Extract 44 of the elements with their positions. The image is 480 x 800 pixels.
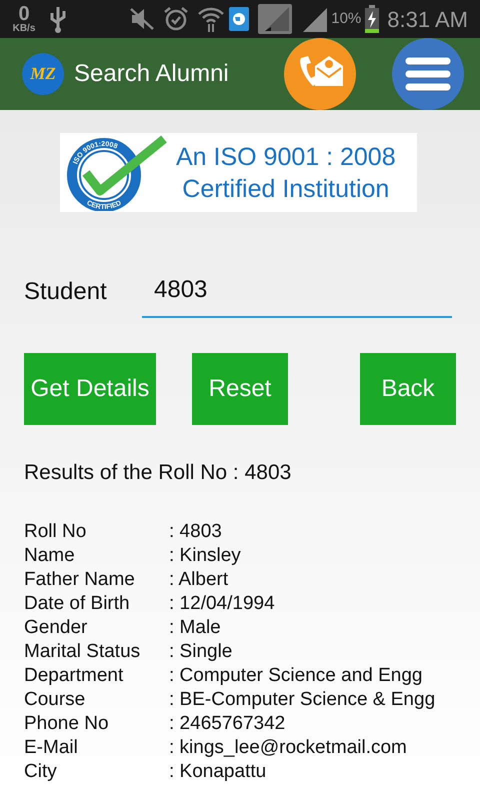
detail-value: : BE-Computer Science & Engg: [169, 688, 436, 712]
detail-value: : 2465767342: [169, 712, 286, 736]
detail-label: Date of Birth: [24, 592, 131, 616]
usb-icon: [48, 5, 68, 33]
battery-percent: 10%: [331, 8, 362, 29]
mute-icon: [129, 7, 156, 31]
student-label: Student: [24, 277, 108, 307]
detail-value: : 4803: [169, 520, 222, 544]
detail-label: Gender: [24, 616, 88, 640]
alarm-icon: [163, 6, 190, 32]
signal-strength-icon: [301, 6, 330, 32]
wifi-icon: [197, 6, 226, 32]
banner-subheading: Certified Institution: [182, 174, 390, 204]
detail-value: : Konapattu: [169, 760, 266, 784]
logo: MZ: [22, 53, 64, 95]
detail-value: : Male: [169, 616, 221, 640]
action-button[interactable]: Back: [360, 353, 456, 425]
detail-label: Phone No: [24, 712, 110, 736]
signal-icon: [257, 3, 294, 35]
results-heading: Results of the Roll No : 4803: [24, 460, 292, 486]
detail-value: : Single: [169, 640, 232, 664]
detail-value: : Computer Science and Engg: [169, 664, 422, 688]
network-speed-unit: KB/s: [12, 24, 36, 34]
battery-charging-icon: [365, 5, 380, 33]
detail-label: Father Name: [24, 568, 136, 592]
detail-label: Roll No: [24, 520, 88, 544]
detail-label: Name: [24, 544, 76, 568]
detail-label: City: [24, 760, 58, 784]
detail-label: Course: [24, 688, 86, 712]
detail-value: : Kinsley: [169, 544, 241, 568]
detail-value: : 12/04/1994: [169, 592, 275, 616]
banner-heading: An ISO 9001 : 2008: [176, 142, 396, 172]
detail-value: : Albert: [169, 568, 228, 592]
student-roll-field[interactable]: 4803: [142, 272, 452, 318]
clock: 8:31 AM: [387, 6, 468, 34]
menu-icon: [405, 56, 451, 92]
network-speed: 0: [18, 4, 30, 24]
screen-title: Search Alumni: [74, 59, 229, 89]
detail-label: E-Mail: [24, 736, 79, 760]
action-button[interactable]: Get Details: [24, 353, 156, 425]
action-button[interactable]: Reset: [192, 353, 288, 425]
detail-label: Department: [24, 664, 124, 688]
detail-value: : kings_lee@rocketmail.com: [169, 736, 407, 760]
detail-label: Marital Status: [24, 640, 142, 664]
